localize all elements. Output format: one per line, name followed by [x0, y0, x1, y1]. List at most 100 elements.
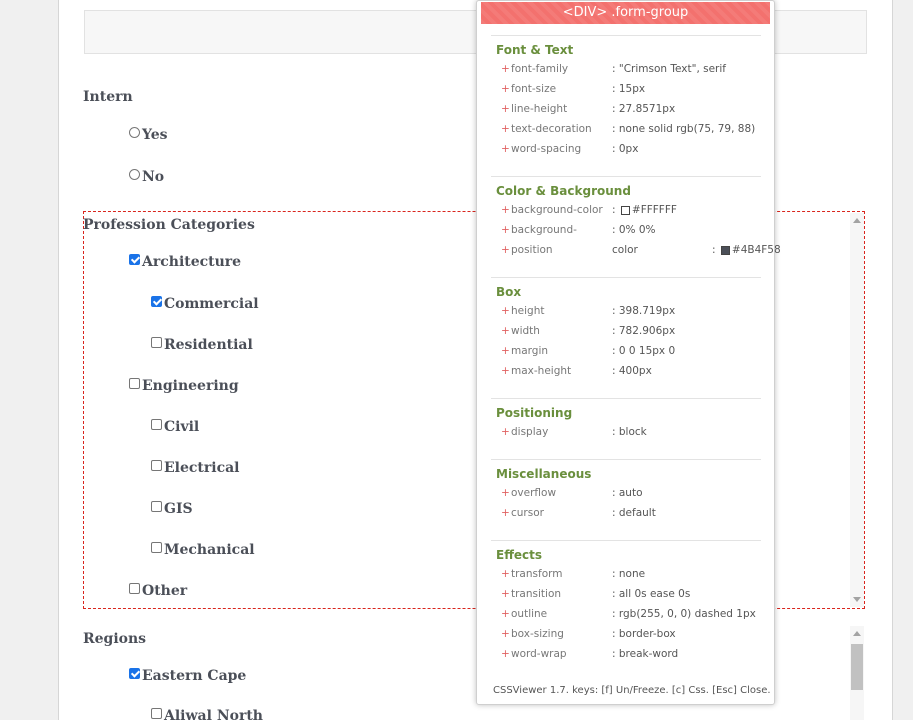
checkbox-gis-box[interactable] [151, 500, 162, 512]
checkbox-aliwal-north-box[interactable] [151, 707, 162, 719]
prop-key: background-color [511, 204, 603, 216]
prop-value: : block [612, 426, 647, 438]
checkbox-aliwal-north-label: Aliwal North [164, 708, 263, 724]
checkbox-civil-box[interactable] [151, 418, 162, 430]
regions-scrollbar[interactable] [850, 626, 864, 720]
section-heading: Font & Text [496, 43, 574, 57]
section-heading: Box [496, 285, 522, 299]
checkbox-civil-label: Civil [164, 419, 200, 435]
checkbox-residential[interactable]: Residential [151, 336, 253, 353]
section-miscellaneous: Miscellaneous + overflow: auto + cursor: d… [496, 467, 762, 527]
section-heading: Color & Background [496, 184, 631, 198]
checkbox-electrical-box[interactable] [151, 459, 162, 471]
prop-key: text-decoration [511, 123, 592, 135]
checkbox-architecture[interactable]: Architecture [129, 253, 241, 270]
checkbox-mechanical-box[interactable] [151, 541, 162, 553]
cssviewer-title: <DIV> .form-group [481, 2, 770, 24]
page-margin-left [0, 0, 59, 720]
prop-value: : "Crimson Text", serif [612, 63, 726, 75]
regions-label: Regions [83, 631, 147, 647]
prop-key: line-height [511, 103, 568, 115]
section-positioning: Positioning + display: block [496, 406, 762, 446]
scroll-down-icon[interactable] [853, 597, 861, 602]
prop-row: + text-decoration: none solid rgb(75, 79,… [501, 123, 756, 135]
divider [491, 540, 761, 541]
prop-key: width [511, 325, 540, 337]
prop-key: outline [511, 608, 548, 620]
checkbox-electrical[interactable]: Electrical [151, 459, 240, 476]
divider [491, 277, 761, 278]
checkbox-residential-label: Residential [164, 337, 253, 353]
scrollbar-thumb[interactable] [851, 644, 863, 690]
color-swatch-icon [720, 245, 730, 255]
prop-value: : 0 0 15px 0 [612, 345, 676, 357]
prop-row: + background-color: #FFFFFF [501, 204, 677, 216]
section-font-text: Font & Text + font-family: "Crimson Text"… [496, 43, 762, 163]
checkbox-commercial-label: Commercial [164, 296, 259, 312]
checkbox-engineering-box[interactable] [129, 377, 140, 389]
radio-no[interactable] [129, 168, 140, 180]
intern-yes-option[interactable]: Yes [129, 126, 168, 143]
prop-value: : break-word [612, 648, 679, 660]
prop-row: + margin: 0 0 15px 0 [501, 345, 676, 357]
prop-value: : 782.906px [612, 325, 676, 337]
prop-row: + transform: none [501, 568, 646, 580]
prop-key: overflow [511, 487, 557, 499]
prop-value: #FFFFFF [631, 204, 677, 216]
checkbox-civil[interactable]: Civil [151, 418, 200, 435]
radio-yes[interactable] [129, 126, 140, 138]
prop-value: : border-box [612, 628, 676, 640]
scroll-up-icon[interactable] [853, 218, 861, 223]
prop-row: + position color: #4B4F58 [501, 244, 781, 256]
checkbox-engineering-label: Engineering [142, 378, 239, 394]
checkbox-residential-box[interactable] [151, 336, 162, 348]
intern-no-option[interactable]: No [129, 168, 165, 185]
prop-key: max-height [511, 365, 572, 377]
checkbox-eastern-cape-box[interactable] [129, 667, 140, 679]
intern-no-label: No [142, 169, 165, 185]
checkbox-eastern-cape-label: Eastern Cape [142, 668, 247, 684]
prop-row: + display: block [501, 426, 647, 438]
checkbox-eastern-cape[interactable]: Eastern Cape [129, 667, 247, 684]
prop-value: color [612, 244, 638, 256]
checkbox-gis-label: GIS [164, 501, 193, 517]
prop-value: : none solid rgb(75, 79, 88) [612, 123, 756, 135]
page-margin-right [892, 0, 913, 720]
section-effects: Effects + transform: none + transition: al… [496, 548, 762, 668]
prop-value: : 0% 0% [612, 224, 656, 236]
checkbox-gis[interactable]: GIS [151, 500, 193, 517]
profession-scrollbar[interactable] [850, 213, 864, 607]
checkbox-commercial[interactable]: Commercial [151, 295, 259, 312]
checkbox-architecture-box[interactable] [129, 253, 140, 265]
prop-row: + width: 782.906px [501, 325, 676, 337]
checkbox-other[interactable]: Other [129, 582, 188, 599]
prop-row: + height: 398.719px [501, 305, 676, 317]
prop-value: #4B4F58 [731, 244, 781, 256]
section-box: Box + height: 398.719px + width: 782.906px… [496, 285, 762, 385]
checkbox-engineering[interactable]: Engineering [129, 377, 239, 394]
prop-row: + font-family: "Crimson Text", serif [501, 63, 726, 75]
prop-key: transition [511, 588, 562, 600]
checkbox-commercial-box[interactable] [151, 295, 162, 307]
prop-key: word-wrap [511, 648, 567, 660]
section-color-background: Color & Background + background-color: #F… [496, 184, 781, 264]
prop-row: + box-sizing: border-box [501, 628, 676, 640]
prop-value: : default [612, 507, 656, 519]
prop-value: : rgb(255, 0, 0) dashed 1px [612, 608, 756, 620]
prop-value: : 27.8571px [612, 103, 676, 115]
prop-row: + outline: rgb(255, 0, 0) dashed 1px [501, 608, 756, 620]
prop-value: : none [612, 568, 646, 580]
scroll-up-icon[interactable] [853, 631, 861, 636]
prop-key: transform [511, 568, 563, 580]
prop-key: margin [511, 345, 549, 357]
prop-value: : auto [612, 487, 643, 499]
section-heading: Effects [496, 548, 543, 562]
cssviewer-footer: CSSViewer 1.7. keys: [f] Un/Freeze. [c] … [493, 685, 771, 696]
divider [491, 176, 761, 177]
checkbox-other-box[interactable] [129, 582, 140, 594]
checkbox-mechanical[interactable]: Mechanical [151, 541, 255, 558]
checkbox-aliwal-north[interactable]: Aliwal North [151, 707, 263, 724]
prop-key: box-sizing [511, 628, 564, 640]
checkbox-other-label: Other [142, 583, 188, 599]
prop-key: font-size [511, 83, 557, 95]
